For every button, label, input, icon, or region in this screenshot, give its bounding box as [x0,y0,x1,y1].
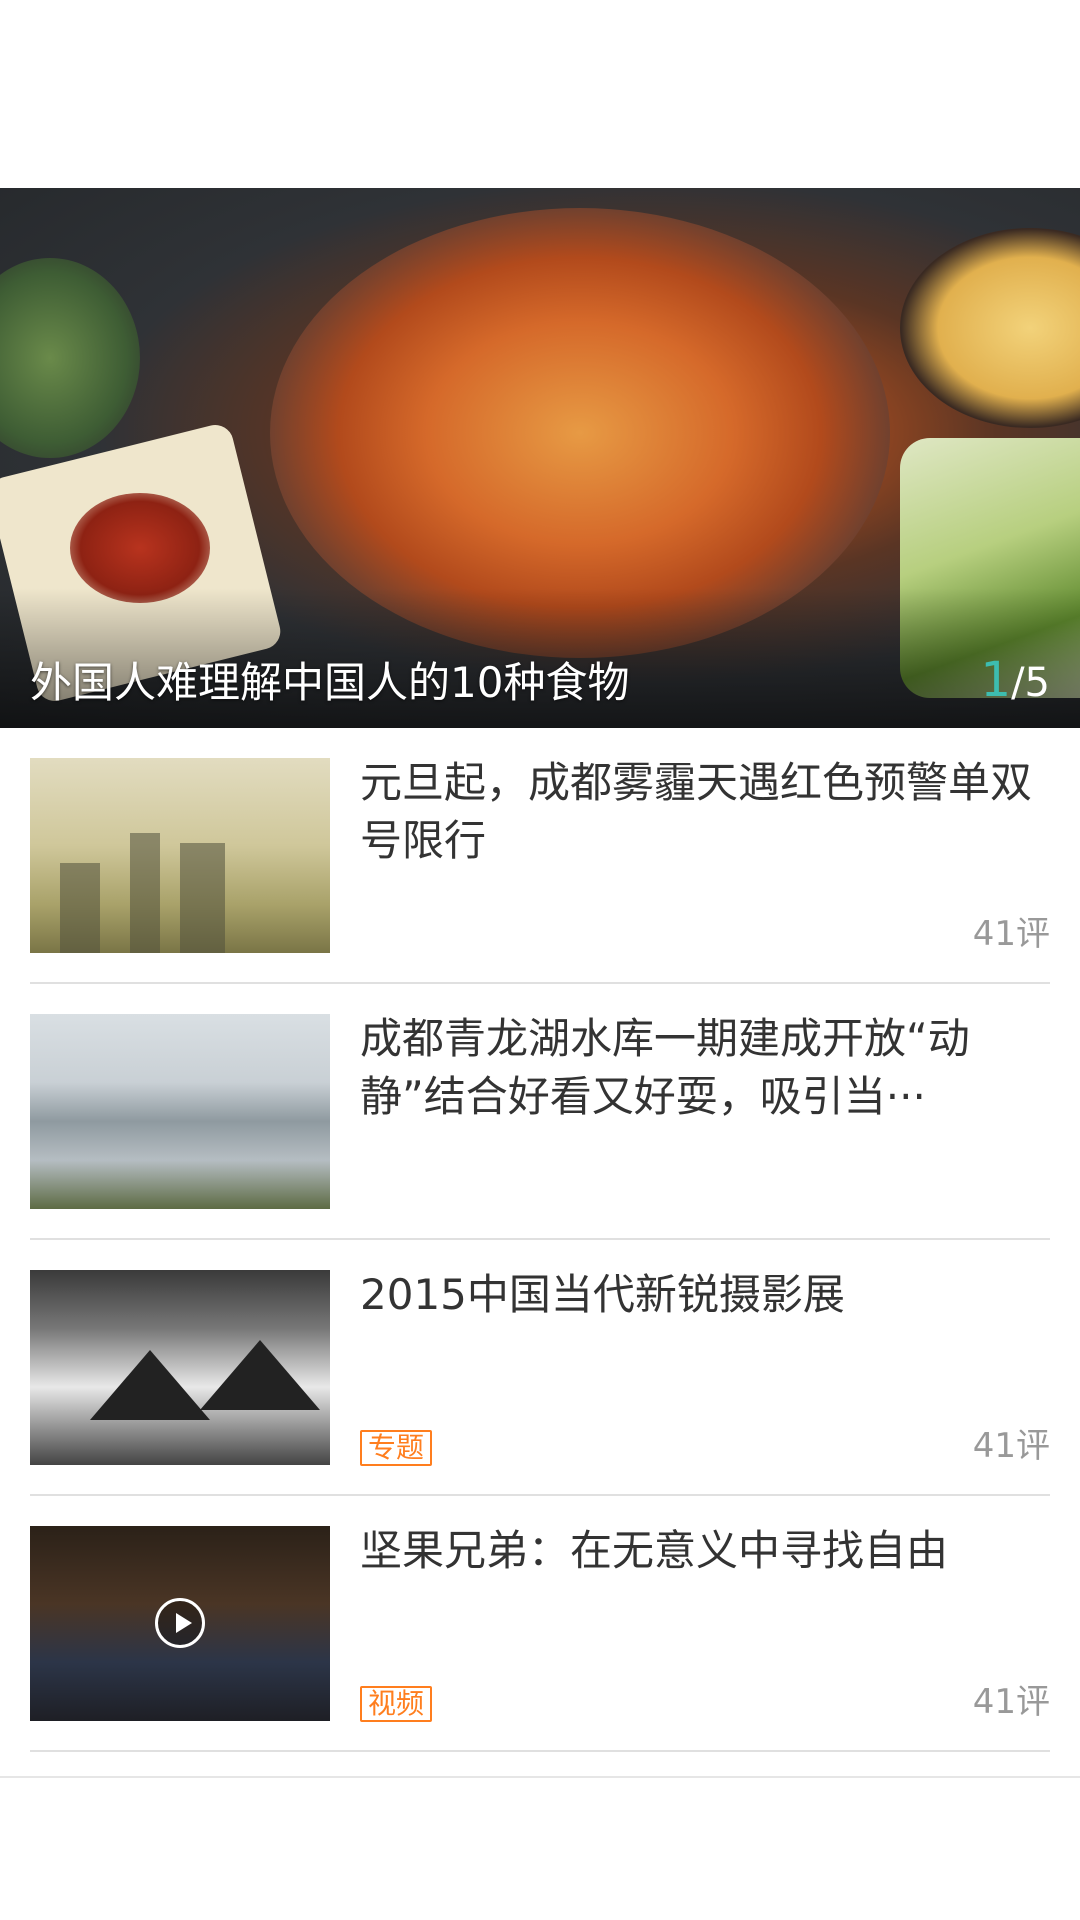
news-comment-count: 41评 [972,1426,1050,1466]
news-item[interactable]: 2015中国当代新锐摄影展 专题 41评 [30,1240,1050,1496]
top-blank-area [0,0,1080,188]
news-comment-count: 41评 [972,1682,1050,1722]
news-list: 元旦起，成都雾霾天遇红色预警单双号限行 41评 成都青龙湖水库一期建成开放“动静… [30,728,1050,1752]
news-feed-page: 外国人难理解中国人的10种食物 1/5 元旦起，成都雾霾天遇红色预警单双号限行 … [0,0,1080,1920]
news-comment-count: 41评 [972,914,1050,954]
thumb-peak [90,1350,210,1420]
bottom-blank-area [0,1778,1080,1920]
thumb-building [180,843,225,953]
news-thumbnail [30,1526,330,1721]
news-tag: 视频 [360,1686,433,1722]
news-thumbnail [30,758,330,953]
banner-photo-kimchi [70,493,210,603]
banner-photo-leaf [0,258,140,458]
thumb-peak [200,1340,320,1410]
banner-carousel[interactable]: 外国人难理解中国人的10种食物 1/5 [0,188,1080,728]
banner-pager-total: /5 [1011,660,1050,707]
banner-title: 外国人难理解中国人的10种食物 [30,657,630,707]
news-title: 元旦起，成都雾霾天遇红色预警单双号限行 [360,758,1033,865]
play-icon[interactable] [155,1598,205,1648]
news-title: 成都青龙湖水库一期建成开放“动静”结合好看又好耍，吸引当··· [360,1014,970,1121]
news-tag: 专题 [360,1430,433,1466]
news-item[interactable]: 元旦起，成都雾霾天遇红色预警单双号限行 41评 [30,728,1050,984]
thumb-building [130,833,160,953]
banner-pager: 1/5 [981,652,1050,710]
news-item[interactable]: 成都青龙湖水库一期建成开放“动静”结合好看又好耍，吸引当··· [30,984,1050,1240]
banner-photo-dish [900,228,1080,428]
banner-pager-current: 1 [980,652,1012,709]
news-thumbnail [30,1014,330,1209]
news-thumbnail [30,1270,330,1465]
thumb-building [60,863,100,953]
news-title: 2015中国当代新锐摄影展 [360,1270,845,1319]
news-title: 坚果兄弟：在无意义中寻找自由 [360,1526,949,1575]
news-item[interactable]: 坚果兄弟：在无意义中寻找自由 视频 41评 [30,1496,1050,1752]
